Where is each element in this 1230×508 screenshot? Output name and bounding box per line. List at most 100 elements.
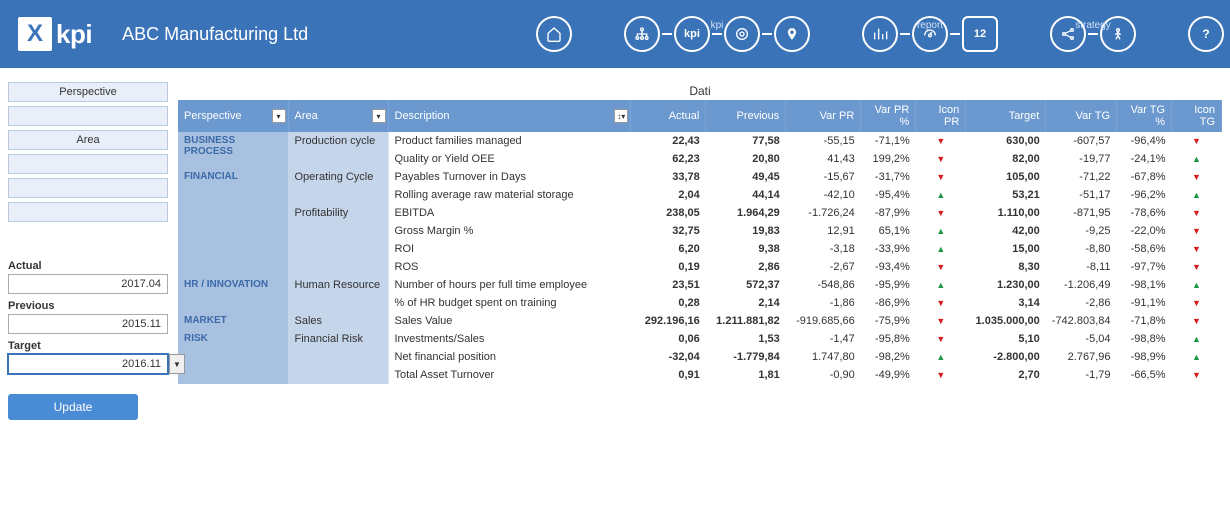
cell-var-tg-pct: -98,1% bbox=[1117, 276, 1172, 294]
location-button[interactable] bbox=[774, 16, 810, 52]
cell-var-tg-pct: -91,1% bbox=[1117, 294, 1172, 312]
filter-slot-4[interactable] bbox=[8, 202, 168, 222]
help-button[interactable]: ? bbox=[1188, 16, 1224, 52]
filter-icon[interactable]: ▾ bbox=[272, 109, 286, 123]
svg-text:?: ? bbox=[1202, 27, 1209, 41]
cell-description: Gross Margin % bbox=[388, 222, 631, 240]
col-icon-pr[interactable]: Icon PR bbox=[916, 100, 966, 132]
target-dropdown-icon[interactable]: ▼ bbox=[169, 354, 185, 374]
col-var-tg-pct[interactable]: Var TG % bbox=[1117, 100, 1172, 132]
previous-value[interactable]: 2015.11 bbox=[8, 314, 168, 334]
cell-perspective: HR / INNOVATION bbox=[178, 276, 288, 312]
cell-var-pr: 12,91 bbox=[786, 222, 861, 240]
kpi-button[interactable]: kpi bbox=[674, 16, 710, 52]
col-var-pr-pct[interactable]: Var PR % bbox=[861, 100, 916, 132]
cell-var-tg: -9,25 bbox=[1046, 222, 1117, 240]
cell-var-pr-pct: 199,2% bbox=[861, 150, 916, 168]
cell-perspective: FINANCIAL bbox=[178, 168, 288, 276]
cell-var-pr-pct: -95,4% bbox=[861, 186, 916, 204]
cell-perspective: BUSINESS PROCESS bbox=[178, 132, 288, 168]
update-button[interactable]: Update bbox=[8, 394, 138, 420]
cell-actual: 33,78 bbox=[631, 168, 706, 186]
cell-var-tg-pct: -22,0% bbox=[1117, 222, 1172, 240]
cell-target: -2.800,00 bbox=[966, 348, 1046, 366]
cell-var-tg-pct: -98,8% bbox=[1117, 330, 1172, 348]
cell-var-tg: -607,57 bbox=[1046, 132, 1117, 150]
filter-icon[interactable]: ▾ bbox=[372, 109, 386, 123]
table-row: RISKFinancial RiskInvestments/Sales0,061… bbox=[178, 330, 1222, 348]
filter-sort-icon[interactable]: ↕▾ bbox=[614, 109, 628, 123]
cell-icon-tg: ▼ bbox=[1172, 366, 1222, 384]
hierarchy-icon bbox=[634, 26, 650, 42]
table-row: BUSINESS PROCESSProduction cycleProduct … bbox=[178, 132, 1222, 150]
cell-var-pr: -2,67 bbox=[786, 258, 861, 276]
target-icon bbox=[734, 26, 750, 42]
filter-slot-3[interactable] bbox=[8, 178, 168, 198]
header-bar: X kpi ABC Manufacturing Ltd kpi kpi bbox=[0, 0, 1230, 68]
cell-var-tg: -2,86 bbox=[1046, 294, 1117, 312]
down-icon: ▼ bbox=[1192, 208, 1201, 218]
col-previous[interactable]: Previous bbox=[706, 100, 786, 132]
cell-actual: 0,19 bbox=[631, 258, 706, 276]
actual-value[interactable]: 2017.04 bbox=[8, 274, 168, 294]
cell-icon-tg: ▼ bbox=[1172, 132, 1222, 150]
cell-var-pr: -0,90 bbox=[786, 366, 861, 384]
target-button[interactable] bbox=[724, 16, 760, 52]
chart-icon bbox=[872, 26, 888, 42]
cell-var-pr: 1.747,80 bbox=[786, 348, 861, 366]
cell-var-pr-pct: -71,1% bbox=[861, 132, 916, 150]
col-var-tg[interactable]: Var TG bbox=[1046, 100, 1117, 132]
col-area[interactable]: Area▾ bbox=[288, 100, 388, 132]
cell-description: Rolling average raw material storage bbox=[388, 186, 631, 204]
home-button[interactable] bbox=[536, 16, 572, 52]
cell-previous: 44,14 bbox=[706, 186, 786, 204]
nav-toolbar: kpi kpi report 12 bbox=[530, 0, 1230, 68]
cell-area: Financial Risk bbox=[288, 330, 388, 384]
table-row: HR / INNOVATIONHuman ResourceNumber of h… bbox=[178, 276, 1222, 294]
col-icon-tg[interactable]: Icon TG bbox=[1172, 100, 1222, 132]
area-filter[interactable] bbox=[8, 154, 168, 174]
cell-var-tg-pct: -96,2% bbox=[1117, 186, 1172, 204]
cell-previous: 19,83 bbox=[706, 222, 786, 240]
cell-description: % of HR budget spent on training bbox=[388, 294, 631, 312]
data-table: Perspective▾ Area▾ Description↕▾ Actual … bbox=[178, 100, 1222, 384]
col-actual[interactable]: Actual bbox=[631, 100, 706, 132]
cell-target: 1.230,00 bbox=[966, 276, 1046, 294]
target-value[interactable]: 2016.11 ▼ bbox=[8, 354, 168, 374]
cell-var-tg-pct: -58,6% bbox=[1117, 240, 1172, 258]
area-label: Area bbox=[8, 130, 168, 150]
col-description[interactable]: Description↕▾ bbox=[388, 100, 631, 132]
col-var-pr[interactable]: Var PR bbox=[786, 100, 861, 132]
down-icon: ▼ bbox=[936, 316, 945, 326]
cell-previous: 1,81 bbox=[706, 366, 786, 384]
cell-var-tg: -1.206,49 bbox=[1046, 276, 1117, 294]
cell-icon-tg: ▼ bbox=[1172, 258, 1222, 276]
cell-var-tg-pct: -67,8% bbox=[1117, 168, 1172, 186]
up-icon: ▲ bbox=[1192, 280, 1201, 290]
cell-icon-tg: ▼ bbox=[1172, 312, 1222, 330]
share-icon bbox=[1060, 26, 1076, 42]
cell-actual: -32,04 bbox=[631, 348, 706, 366]
nav-group-kpi: kpi kpi bbox=[618, 16, 816, 52]
down-icon: ▼ bbox=[1192, 226, 1201, 236]
chart-button[interactable] bbox=[862, 16, 898, 52]
calendar-button[interactable]: 12 bbox=[962, 16, 998, 52]
cell-actual: 292.196,16 bbox=[631, 312, 706, 330]
down-icon: ▼ bbox=[936, 262, 945, 272]
cell-icon-tg: ▲ bbox=[1172, 348, 1222, 366]
perspective-filter[interactable] bbox=[8, 106, 168, 126]
nav-label-report: report bbox=[917, 20, 943, 31]
hierarchy-button[interactable] bbox=[624, 16, 660, 52]
nav-group-strategy: strategy bbox=[1044, 16, 1142, 52]
cell-target: 82,00 bbox=[966, 150, 1046, 168]
cell-var-pr: -55,15 bbox=[786, 132, 861, 150]
cell-var-tg: -8,80 bbox=[1046, 240, 1117, 258]
table-title: Dati bbox=[178, 82, 1222, 100]
down-icon: ▼ bbox=[1192, 370, 1201, 380]
cell-description: Number of hours per full time employee bbox=[388, 276, 631, 294]
actual-label: Actual bbox=[8, 260, 168, 272]
col-perspective[interactable]: Perspective▾ bbox=[178, 100, 288, 132]
cell-var-tg: -19,77 bbox=[1046, 150, 1117, 168]
cell-icon-pr: ▲ bbox=[916, 222, 966, 240]
col-target[interactable]: Target bbox=[966, 100, 1046, 132]
